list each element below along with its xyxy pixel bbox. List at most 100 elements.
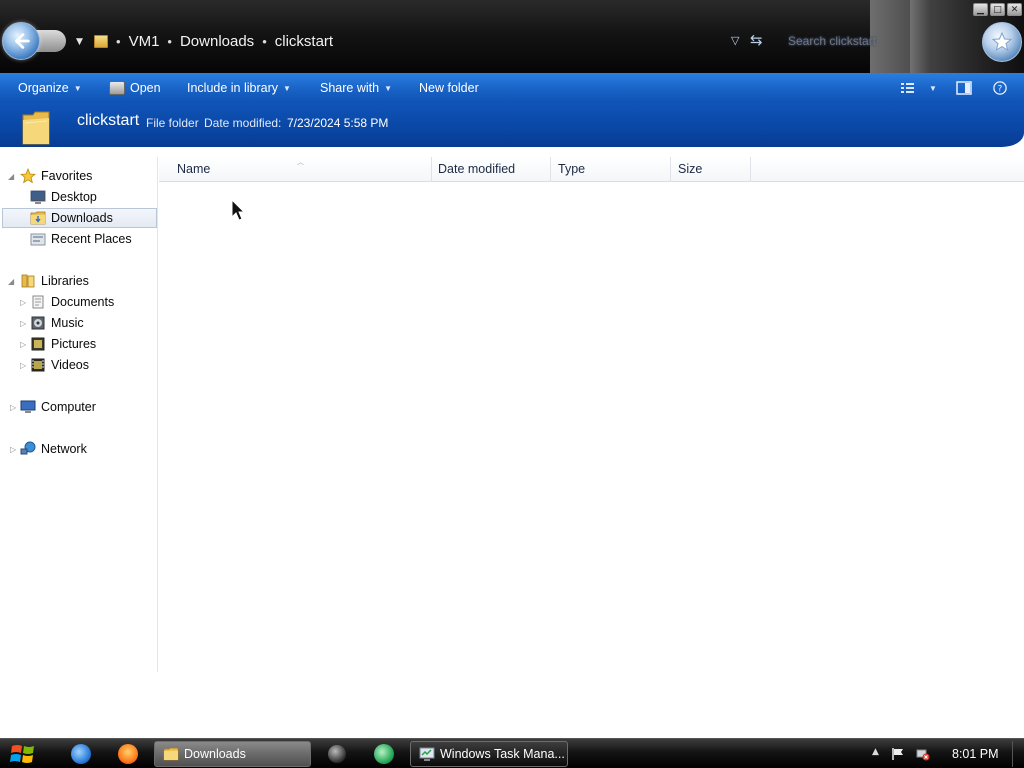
nav-libraries[interactable]: ◢ Libraries <box>8 271 89 291</box>
preview-pane-icon <box>956 81 972 95</box>
collapsed-arrow-icon[interactable]: ▷ <box>20 340 26 349</box>
recent-places-icon <box>30 233 46 246</box>
title-bar-glass-streak <box>910 0 932 73</box>
breadcrumb-separator-icon[interactable]: • <box>262 34 267 49</box>
nav-item-desktop[interactable]: Desktop <box>30 187 97 207</box>
breadcrumb[interactable]: • VM1 • Downloads • clickstart <box>94 30 333 52</box>
minimize-button[interactable]: ▁ <box>973 3 988 16</box>
nav-item-label: Pictures <box>51 337 97 351</box>
action-center-flag-icon[interactable] <box>891 747 905 761</box>
chevron-down-icon: ▼ <box>73 83 82 93</box>
breadcrumb-item-vm1[interactable]: VM1 <box>129 33 160 50</box>
back-button[interactable] <box>2 22 40 60</box>
nav-item-downloads[interactable]: Downloads <box>2 208 157 228</box>
nav-item-pictures[interactable]: ▷ Pictures <box>20 334 96 354</box>
column-size[interactable]: Size <box>671 157 751 182</box>
clock[interactable]: 8:01 PM <box>952 739 999 768</box>
expanded-arrow-icon[interactable]: ◢ <box>8 172 14 181</box>
collapsed-arrow-icon[interactable]: ▷ <box>20 361 26 370</box>
include-in-library-button[interactable]: Include in library ▼ <box>187 73 291 103</box>
refresh-icon[interactable]: ⇆ <box>750 31 770 51</box>
nav-network[interactable]: ▷ Network <box>10 439 87 459</box>
preview-pane-button[interactable] <box>956 73 972 103</box>
breadcrumb-separator-icon[interactable]: • <box>167 34 172 49</box>
app-circle-icon[interactable] <box>328 745 346 763</box>
search-input[interactable] <box>783 30 877 52</box>
documents-icon <box>32 295 44 309</box>
nav-item-music[interactable]: ▷ Music <box>20 313 84 333</box>
nav-item-label: Desktop <box>51 190 97 204</box>
taskbar: Downloads Windows Task Mana... ▲ 8:01 PM <box>0 738 1024 768</box>
nav-item-label: Documents <box>51 295 115 309</box>
column-header: ︿ Name Date modified Type Size <box>159 157 1024 182</box>
file-list[interactable]: ︿ Name Date modified Type Size <box>159 157 1024 672</box>
collapsed-arrow-icon[interactable]: ▷ <box>20 319 26 328</box>
organize-button[interactable]: Organize ▼ <box>18 73 82 103</box>
app-globe-icon[interactable] <box>374 744 394 764</box>
share-with-button[interactable]: Share with ▼ <box>320 73 392 103</box>
network-icon <box>20 441 36 455</box>
nav-favorites-label: Favorites <box>41 169 93 183</box>
close-button[interactable]: ✕ <box>1007 3 1022 16</box>
close-icon: ✕ <box>1010 4 1019 15</box>
search-button[interactable] <box>982 22 1022 62</box>
nav-computer[interactable]: ▷ Computer <box>10 397 96 417</box>
open-button[interactable]: Open <box>109 73 161 103</box>
new-folder-label: New folder <box>419 81 479 95</box>
downloads-folder-icon <box>30 211 46 225</box>
nav-item-label: Music <box>51 316 84 330</box>
collapsed-arrow-icon[interactable]: ▷ <box>10 403 16 412</box>
column-name[interactable]: Name <box>170 157 432 182</box>
nav-libraries-label: Libraries <box>41 274 89 288</box>
network-status-icon[interactable] <box>916 747 930 761</box>
maximize-icon: □ <box>993 4 1002 15</box>
nav-item-label: Videos <box>51 358 89 372</box>
maximize-button[interactable]: □ <box>990 3 1005 16</box>
column-date-modified[interactable]: Date modified <box>431 157 551 182</box>
taskbar-button-label: Downloads <box>184 747 246 761</box>
internet-explorer-icon[interactable] <box>71 744 91 764</box>
svg-text:?: ? <box>998 85 1003 95</box>
nav-network-label: Network <box>41 442 87 456</box>
nav-item-recent-places[interactable]: Recent Places <box>30 229 132 249</box>
task-manager-icon <box>419 747 435 761</box>
collapsed-arrow-icon[interactable]: ▷ <box>20 298 26 307</box>
chevron-down-icon: ▼ <box>384 83 392 93</box>
taskbar-button-task-manager[interactable]: Windows Task Mana... <box>410 741 568 767</box>
show-hidden-icons-icon[interactable]: ▲ <box>872 747 879 757</box>
taskbar-button-downloads[interactable]: Downloads <box>154 741 311 767</box>
pictures-icon <box>31 337 45 351</box>
help-button[interactable]: ? <box>992 73 1008 103</box>
open-label: Open <box>130 81 161 95</box>
new-folder-button[interactable]: New folder <box>419 73 479 103</box>
breadcrumb-item-downloads[interactable]: Downloads <box>180 33 254 50</box>
expanded-arrow-icon[interactable]: ◢ <box>8 277 14 286</box>
nav-item-videos[interactable]: ▷ Videos <box>20 355 89 375</box>
nav-item-documents[interactable]: ▷ Documents <box>20 292 114 312</box>
column-type[interactable]: Type <box>551 157 671 182</box>
breadcrumb-separator-icon[interactable]: • <box>116 34 121 49</box>
share-with-label: Share with <box>320 81 380 95</box>
videos-icon <box>31 358 45 372</box>
address-history-dropdown-icon[interactable]: ▽ <box>731 34 739 47</box>
libraries-icon <box>21 274 35 288</box>
firefox-icon[interactable] <box>118 744 138 764</box>
change-view-button[interactable]: ▼ <box>900 73 937 103</box>
minimize-icon: ▁ <box>977 4 984 15</box>
breadcrumb-item-clickstart[interactable]: clickstart <box>275 33 333 50</box>
nav-favorites[interactable]: ◢ Favorites <box>8 166 93 186</box>
title-bar: ▼ • VM1 • Downloads • clickstart ▽ ⇆ ▁ □… <box>0 0 1024 73</box>
recent-pages-dropdown[interactable]: ▼ <box>76 37 86 47</box>
collapsed-arrow-icon[interactable]: ▷ <box>10 445 16 454</box>
search-icon <box>991 31 1013 52</box>
chevron-down-icon: ▼ <box>929 83 937 93</box>
nav-computer-label: Computer <box>41 400 96 414</box>
organize-label: Organize <box>18 81 69 95</box>
folder-icon <box>94 34 108 48</box>
folder-icon <box>22 111 50 145</box>
details-header: clickstart File folder Date modified: 7/… <box>0 103 1024 147</box>
windows-start-icon[interactable] <box>6 740 42 768</box>
show-desktop-button[interactable] <box>1012 741 1022 767</box>
open-icon <box>109 81 125 95</box>
navigation-pane: ◢ Favorites Desktop Downloads Recent Pla… <box>0 157 158 672</box>
